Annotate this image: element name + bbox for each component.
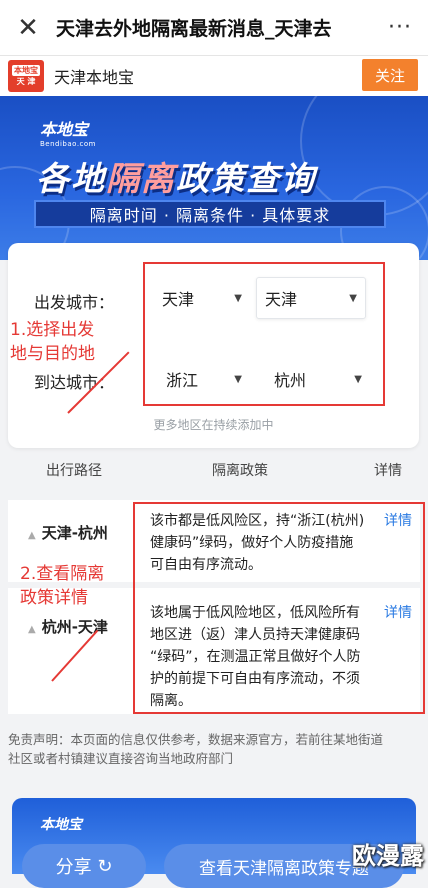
page-title: 天津去外地隔离最新消息_天津去 (56, 18, 332, 40)
watermark: 欧漫露 (352, 842, 424, 870)
share-button[interactable]: 分享 ↻ (22, 844, 146, 888)
route-label: ▲ 杭州-天津 (28, 618, 108, 636)
top-nav-bar: ✕ 天津去外地隔离最新消息_天津去 ··· (0, 0, 428, 56)
follow-button[interactable]: 关注 (362, 59, 418, 91)
banner-tagline: 隔离时间 · 隔离条件 · 具体要求 (34, 200, 386, 228)
annotation-step1: 1.选择出发 地与目的地 (10, 320, 95, 364)
annotation-box-policy (133, 502, 425, 714)
logo-text: 本地宝 (12, 65, 40, 76)
triangle-icon: ▲ (28, 530, 36, 541)
route-label: ▲ 天津-杭州 (28, 524, 108, 542)
column-header-policy: 隔离政策 (212, 463, 268, 479)
close-icon[interactable]: ✕ (0, 0, 56, 56)
share-icon: ↻ (97, 855, 113, 877)
annotation-box-selects (143, 262, 385, 406)
column-header-detail: 详情 (374, 463, 402, 479)
arrive-label: 到达城市： (34, 373, 115, 392)
account-logo[interactable]: 本地宝 天 津 (8, 60, 44, 92)
banner-image: 本地宝 Bendibao.com 各地隔离政策查询 隔离时间 · 隔离条件 · … (0, 96, 428, 260)
logo-city: 天 津 (16, 77, 36, 86)
triangle-icon: ▲ (28, 624, 36, 635)
bottom-brand: 本地宝 (40, 817, 82, 833)
table-header: 出行路径 隔离政策 详情 (0, 460, 428, 484)
annotation-step2: 2.查看隔离 政策详情 (20, 564, 105, 608)
depart-label: 出发城市： (34, 293, 115, 312)
banner-brand: 本地宝 Bendibao.com (40, 120, 97, 148)
column-header-route: 出行路径 (46, 463, 102, 479)
account-name[interactable]: 天津本地宝 (54, 64, 134, 88)
account-row: 本地宝 天 津 天津本地宝 关注 (0, 56, 428, 96)
banner-headline: 各地隔离政策查询 (36, 159, 316, 198)
disclaimer: 免责声明：本页面的信息仅供参考，数据来源官方，若前往某地街道 社区或者村镇建议直… (8, 732, 384, 766)
more-dots-icon[interactable]: ··· (372, 15, 428, 40)
more-regions-note: 更多地区在持续添加中 (153, 418, 274, 432)
